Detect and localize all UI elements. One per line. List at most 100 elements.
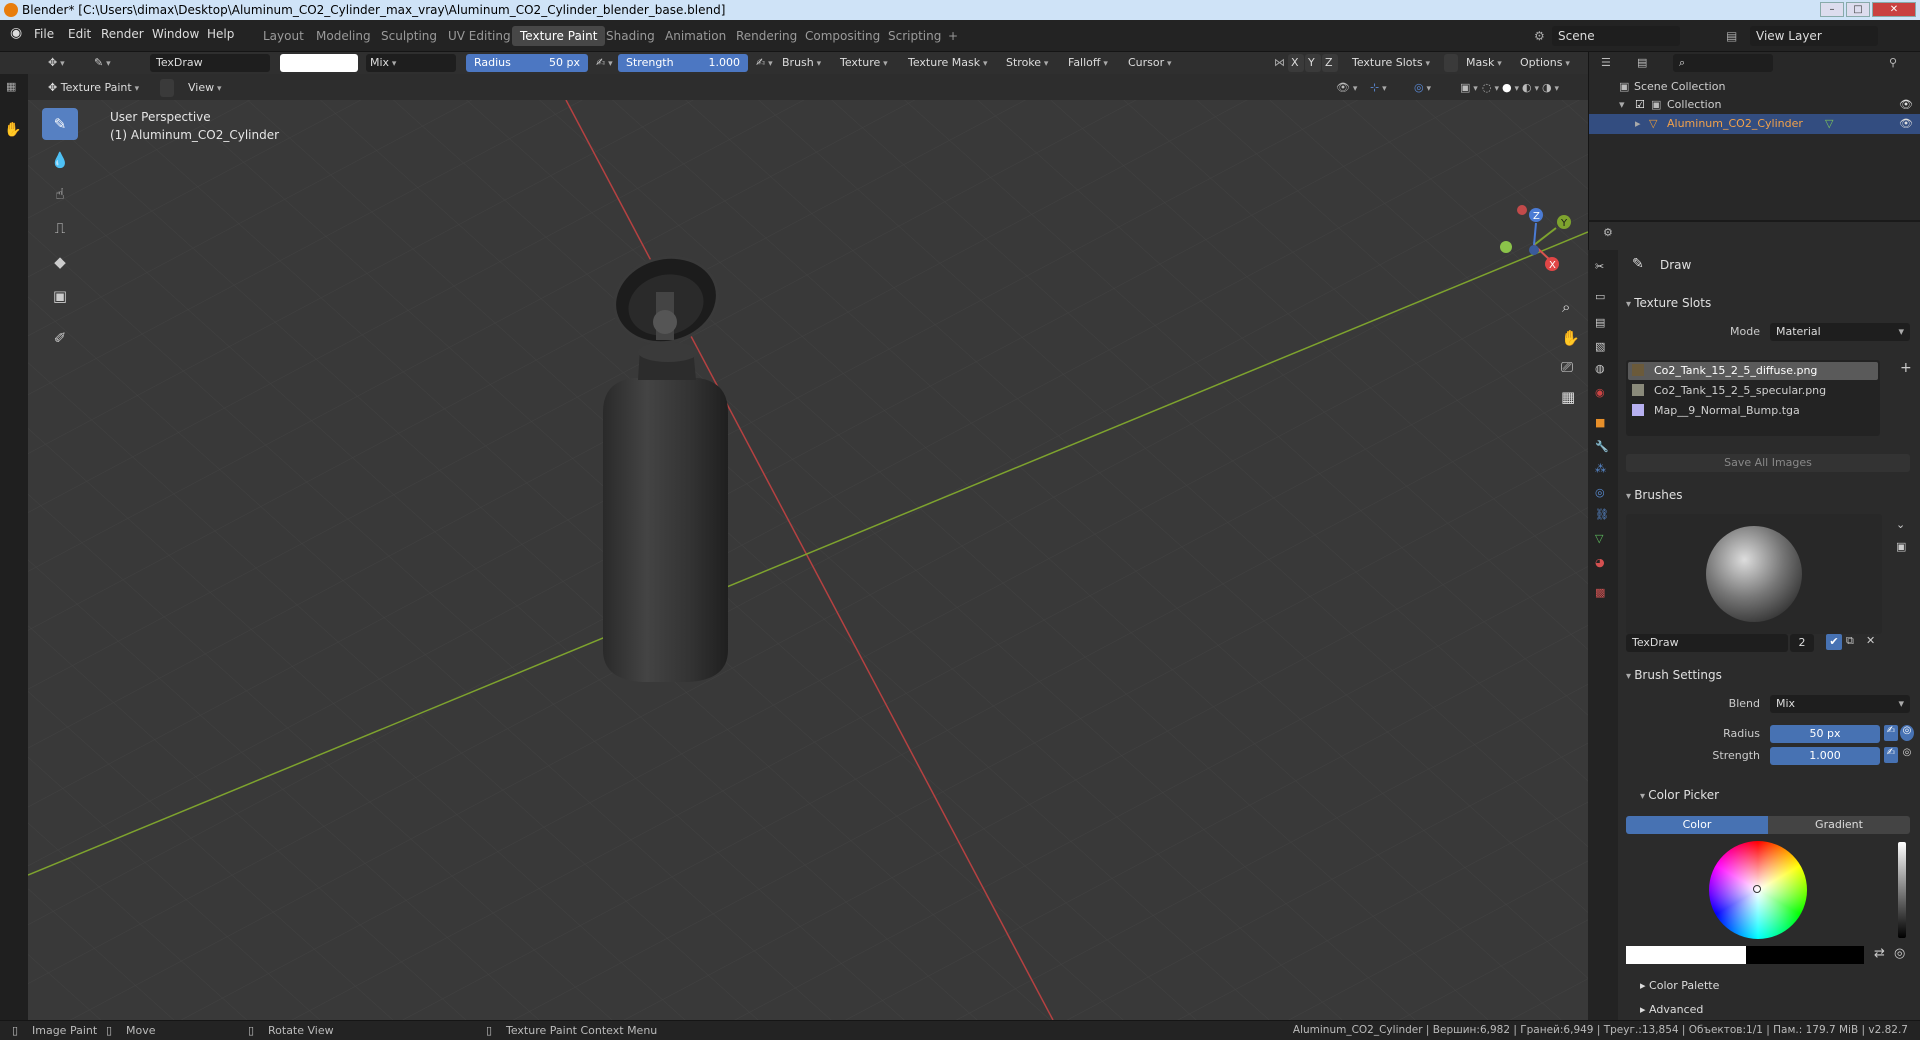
expand-arrow-icon[interactable]: ▾ bbox=[1619, 96, 1625, 114]
co2-cylinder-object[interactable] bbox=[603, 246, 728, 682]
menu-window[interactable]: Window bbox=[152, 27, 199, 41]
menu-render[interactable]: Render bbox=[101, 27, 144, 41]
color-palette-section[interactable]: ▸ Color Palette bbox=[1640, 979, 1719, 992]
outliner-row-collection[interactable]: ▾ ☑ ▣ Collection 👁 bbox=[1589, 96, 1920, 114]
visibility-icon[interactable]: 👁 bbox=[1332, 79, 1361, 97]
blend-select[interactable]: Mix ▾ bbox=[1770, 695, 1910, 713]
view-menu[interactable]: View bbox=[184, 79, 226, 97]
tab-layout[interactable]: Layout bbox=[255, 26, 312, 46]
tab-rendering[interactable]: Rendering bbox=[728, 26, 805, 46]
brush-preview[interactable] bbox=[1626, 514, 1882, 634]
radius-unit-icon[interactable]: ◎ bbox=[1900, 725, 1914, 741]
clone-tool-icon[interactable]: ⎍ bbox=[42, 212, 78, 244]
editor-type-icon-secondary[interactable]: ▦ bbox=[6, 80, 16, 93]
brush-name-field[interactable]: TexDraw bbox=[150, 54, 270, 72]
cursor-menu[interactable]: Cursor bbox=[1124, 54, 1176, 72]
texture-mask-menu[interactable]: Texture Mask bbox=[904, 54, 992, 72]
outliner-filter-icon[interactable]: ▤ bbox=[1637, 56, 1647, 69]
data-tab-icon[interactable]: ▽ bbox=[1595, 532, 1611, 548]
mirror-x-toggle[interactable]: X bbox=[1288, 54, 1304, 72]
swap-colors-icon[interactable]: ⇄ bbox=[1874, 946, 1885, 961]
advanced-section[interactable]: ▸ Advanced bbox=[1640, 1003, 1703, 1016]
smear-tool-icon[interactable]: ☝ bbox=[42, 178, 78, 210]
mirror-y-toggle[interactable]: Y bbox=[1305, 54, 1321, 72]
tab-compositing[interactable]: Compositing bbox=[797, 26, 888, 46]
object-tab-icon[interactable]: ■ bbox=[1595, 416, 1611, 432]
strength-pressure-icon[interactable]: ✍ bbox=[1884, 747, 1898, 763]
editor-type-icon[interactable]: ✥ bbox=[44, 54, 69, 72]
brush-list-chevron-icon[interactable]: ⌄ bbox=[1896, 518, 1905, 531]
maximize-button[interactable]: □ bbox=[1846, 2, 1870, 17]
strength-slider[interactable]: 1.000 bbox=[1770, 747, 1880, 765]
tool-tab-icon[interactable]: ✂ bbox=[1595, 260, 1611, 276]
view-layer-icon[interactable]: ▤ bbox=[1720, 26, 1743, 46]
list-item[interactable]: Map__9_Normal_Bump.tga bbox=[1628, 402, 1878, 420]
funnel-filter-icon[interactable]: ⚲ bbox=[1889, 56, 1897, 69]
radius-pressure-icon[interactable]: ✍ bbox=[1884, 725, 1898, 741]
draw-tool-icon[interactable]: ✎ bbox=[42, 108, 78, 140]
collection-checkbox-icon[interactable]: ☑ bbox=[1635, 96, 1645, 114]
tab-shading[interactable]: Shading bbox=[598, 26, 663, 46]
view-layer-selector[interactable]: View Layer bbox=[1750, 26, 1878, 46]
blender-menu-icon[interactable]: ◉ bbox=[10, 25, 22, 41]
world-tab-icon[interactable]: ◉ bbox=[1595, 386, 1611, 402]
blend-mode-select[interactable]: Mix bbox=[366, 54, 456, 72]
brush-menu[interactable]: Brush bbox=[778, 54, 825, 72]
list-item[interactable]: Co2_Tank_15_2_5_diffuse.png bbox=[1628, 362, 1878, 380]
color-wheel[interactable] bbox=[1709, 841, 1807, 939]
tab-modeling[interactable]: Modeling bbox=[308, 26, 379, 46]
camera-view-icon[interactable]: ⎚ bbox=[1561, 358, 1573, 376]
minimize-button[interactable]: – bbox=[1820, 2, 1844, 17]
falloff-menu[interactable]: Falloff bbox=[1064, 54, 1112, 72]
mesh-data-icon[interactable]: ▽ bbox=[1825, 114, 1833, 134]
overlay-icon[interactable]: ◎ bbox=[1410, 79, 1435, 97]
hand-icon[interactable]: ✋ bbox=[4, 122, 21, 138]
scene-selector[interactable]: Scene bbox=[1552, 26, 1680, 46]
physics-tab-icon[interactable]: ◎ bbox=[1595, 486, 1611, 502]
fake-user-shield-icon[interactable]: ✔ bbox=[1826, 634, 1842, 650]
particles-tab-icon[interactable]: ⁂ bbox=[1595, 462, 1611, 478]
brush-icon[interactable]: ✎ bbox=[90, 54, 115, 72]
mirror-z-toggle[interactable]: Z bbox=[1322, 54, 1338, 72]
modifier-tab-icon[interactable]: 🔧 bbox=[1595, 440, 1611, 456]
pan-hand-icon[interactable]: ✋ bbox=[1561, 329, 1580, 347]
mode-selector[interactable]: ✥ Texture Paint bbox=[44, 79, 143, 97]
list-item[interactable]: Co2_Tank_15_2_5_specular.png bbox=[1628, 382, 1878, 400]
gradient-tab[interactable]: Gradient bbox=[1768, 816, 1910, 834]
gizmo-icon[interactable]: ⊹ bbox=[1366, 79, 1391, 97]
add-slot-icon[interactable]: + bbox=[1900, 360, 1912, 376]
secondary-color-swatch[interactable] bbox=[1746, 946, 1864, 964]
texture-menu[interactable]: Texture bbox=[836, 54, 892, 72]
zoom-icon[interactable]: ⌕ bbox=[1562, 298, 1570, 316]
object-visibility-eye-icon[interactable]: 👁 bbox=[1899, 114, 1913, 134]
menu-file[interactable]: File bbox=[34, 27, 54, 41]
constraints-tab-icon[interactable]: ⛓ bbox=[1595, 508, 1611, 524]
radius-pressure-icon[interactable]: ✍ bbox=[592, 54, 617, 72]
texture-tab-icon[interactable]: ▩ bbox=[1595, 586, 1611, 602]
mode-select[interactable]: Material ▾ bbox=[1770, 323, 1910, 341]
scene-icon[interactable]: ⚙ bbox=[1528, 26, 1551, 46]
brush-settings-section[interactable]: Brush Settings bbox=[1626, 668, 1722, 682]
view-layer-tab-icon[interactable]: ▧ bbox=[1595, 340, 1611, 356]
fill-tool-icon[interactable]: ◆ bbox=[42, 246, 78, 278]
options-menu[interactable]: Options bbox=[1516, 54, 1574, 72]
3d-viewport[interactable]: Y Z X ⌕ ✋ ⎚ ▦ User Perspective (1) Alumi… bbox=[28, 100, 1588, 1020]
brush-users-count[interactable]: 2 bbox=[1790, 634, 1814, 652]
output-tab-icon[interactable]: ▤ bbox=[1595, 316, 1611, 332]
brush-name-field[interactable]: TexDraw bbox=[1626, 634, 1788, 652]
strength-slider[interactable]: Strength 1.000 bbox=[618, 54, 748, 72]
primary-color-swatch[interactable] bbox=[1626, 946, 1746, 964]
tab-scripting[interactable]: Scripting bbox=[880, 26, 949, 46]
paint-mask-toggle[interactable] bbox=[160, 79, 174, 97]
color-wheel-cursor[interactable] bbox=[1753, 885, 1761, 893]
strength-unit-icon[interactable]: ◎ bbox=[1900, 747, 1914, 763]
stroke-menu[interactable]: Stroke bbox=[1002, 54, 1052, 72]
expand-arrow-icon[interactable]: ▸ bbox=[1635, 114, 1641, 134]
mask-tool-icon[interactable]: ▣ bbox=[42, 280, 78, 312]
tab-texture-paint[interactable]: Texture Paint bbox=[512, 26, 606, 46]
strength-pressure-icon[interactable]: ✍ bbox=[752, 54, 777, 72]
texture-slots-menu[interactable]: Texture Slots bbox=[1348, 54, 1434, 72]
unlink-brush-icon[interactable]: ✕ bbox=[1866, 634, 1875, 647]
radius-slider[interactable]: Radius 50 px bbox=[466, 54, 588, 72]
outliner-display-mode-icon[interactable]: ☰ bbox=[1601, 56, 1611, 69]
